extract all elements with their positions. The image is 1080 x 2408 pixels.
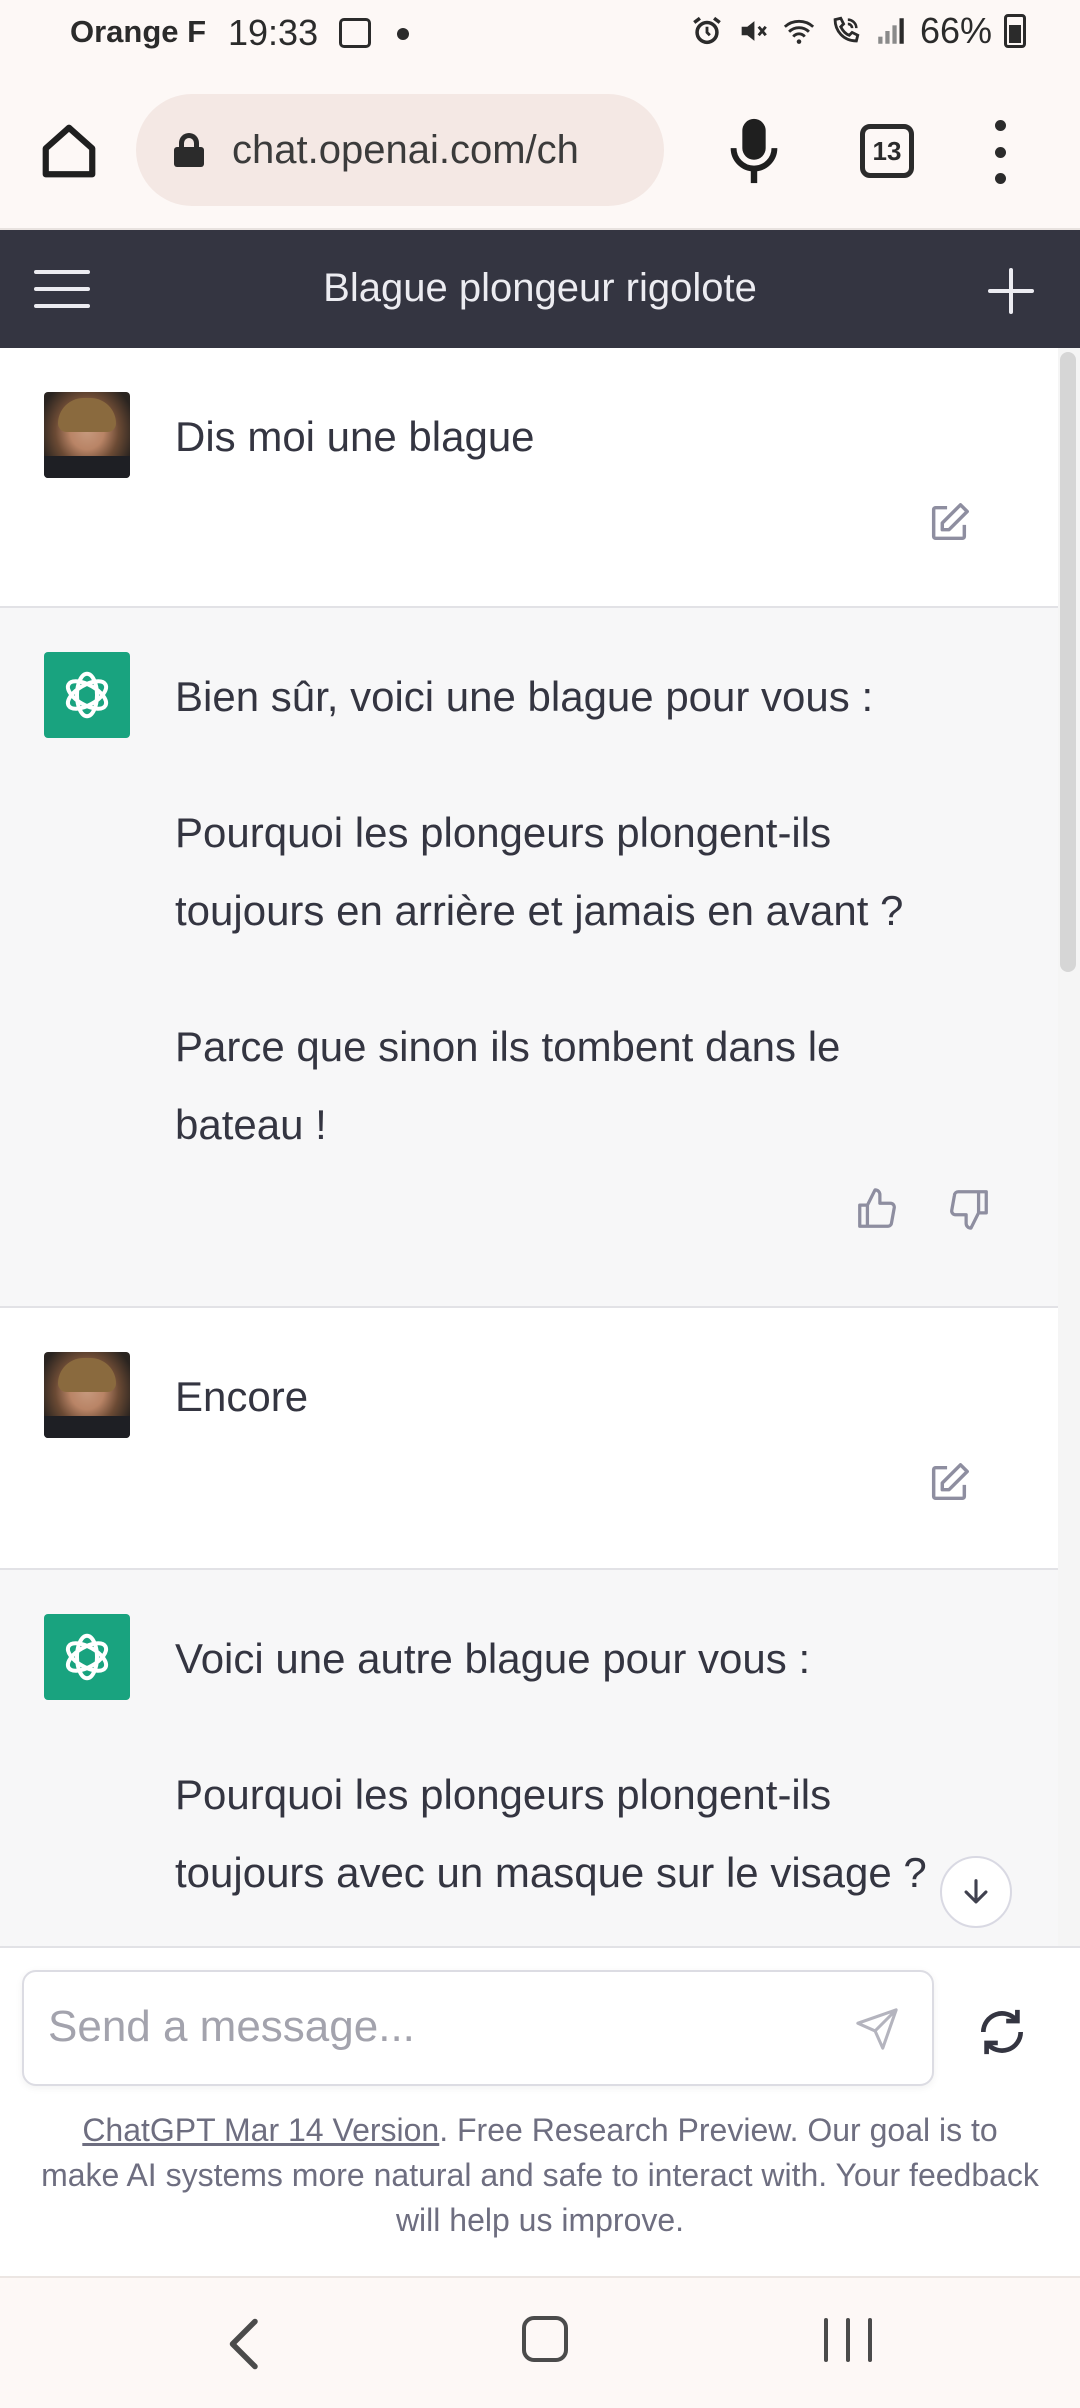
address-bar[interactable]: chat.openai.com/ch	[136, 94, 664, 206]
thumbs-up-icon[interactable]	[854, 1186, 900, 1232]
wifi-calling-icon	[833, 16, 860, 43]
clock: 19:33	[228, 12, 319, 53]
recent-apps-icon[interactable]	[824, 2318, 872, 2362]
scrollbar-thumb[interactable]	[1060, 352, 1076, 972]
message-paragraph: Encore	[175, 1373, 309, 1420]
back-icon[interactable]	[220, 2314, 270, 2374]
scroll-to-bottom-button[interactable]	[940, 1856, 1012, 1928]
message-text: Bien sûr, voici une blague pour vous : P…	[175, 658, 975, 1164]
message-input[interactable]: Send a message...	[22, 1970, 934, 2086]
status-icons: 66%	[690, 10, 1026, 52]
version-link[interactable]: ChatGPT Mar 14 Version	[82, 2112, 439, 2148]
composer: Send a message... ChatGPT Mar 14 Version…	[0, 1946, 1080, 2276]
home-nav-icon[interactable]	[522, 2316, 568, 2362]
message-paragraph: Voici une autre blague pour vous :	[175, 1635, 811, 1682]
lock-icon	[174, 133, 204, 167]
browser-toolbar: chat.openai.com/ch 13	[0, 68, 1080, 230]
alarm-icon	[693, 16, 721, 45]
battery-percentage: 66%	[919, 10, 992, 51]
disclaimer: ChatGPT Mar 14 Version. Free Research Pr…	[40, 2108, 1040, 2243]
plus-icon[interactable]	[986, 266, 1036, 316]
url-text: chat.openai.com/ch	[232, 127, 579, 172]
user-avatar	[44, 392, 130, 478]
message-user: Dis moi une blague	[0, 348, 1058, 608]
message-paragraph: Parce que sinon ils tombent dans le bate…	[175, 1023, 841, 1148]
send-icon[interactable]	[854, 2006, 900, 2052]
thumbs-down-icon[interactable]	[946, 1186, 992, 1232]
dot-icon	[397, 28, 409, 40]
message-paragraph: Pourquoi les plongeurs plongent-ils touj…	[175, 809, 904, 934]
message-paragraph: Bien sûr, voici une blague pour vous :	[175, 673, 874, 720]
tab-count: 13	[872, 135, 902, 166]
edit-icon[interactable]	[926, 500, 972, 546]
carrier-name: Orange F	[70, 14, 207, 49]
mute-icon	[741, 21, 767, 41]
message-assistant: Bien sûr, voici une blague pour vous : P…	[0, 608, 1058, 1308]
message-paragraph: Dis moi une blague	[175, 413, 535, 460]
more-vert-icon[interactable]	[984, 120, 1016, 184]
tabs-icon[interactable]: 13	[860, 124, 914, 178]
wifi-icon	[783, 19, 815, 44]
conversation-thread: Dis moi une blague Bien sûr, voici une b…	[0, 348, 1058, 1946]
conversation-title: Blague plongeur rigolote	[323, 266, 757, 310]
signal-icon	[878, 18, 904, 44]
user-avatar	[44, 1352, 130, 1438]
arrow-down-icon	[964, 1879, 988, 1904]
message-text: Encore	[175, 1358, 975, 1436]
home-icon[interactable]	[38, 120, 100, 182]
mic-icon[interactable]	[730, 116, 778, 186]
system-navigation-bar	[0, 2276, 1080, 2408]
chat-header: Blague plongeur rigolote	[0, 230, 1080, 348]
edit-icon[interactable]	[926, 1460, 972, 1506]
battery-icon	[1004, 14, 1026, 48]
message-assistant: Voici une autre blague pour vous : Pourq…	[0, 1570, 1058, 1946]
message-paragraph: Pourquoi les plongeurs plongent-ils touj…	[175, 1771, 927, 1896]
message-user: Encore	[0, 1308, 1058, 1570]
message-input-placeholder: Send a message...	[48, 2002, 415, 2051]
regenerate-icon[interactable]	[974, 2004, 1030, 2060]
message-text: Dis moi une blague	[175, 398, 975, 476]
status-bar: Orange F 19:33 66%	[0, 0, 1080, 68]
image-icon	[339, 18, 371, 48]
feedback-buttons	[854, 1186, 992, 1232]
message-text: Voici une autre blague pour vous : Pourq…	[175, 1620, 975, 1912]
chatgpt-logo-icon	[44, 652, 130, 738]
chatgpt-logo-icon	[44, 1614, 130, 1700]
